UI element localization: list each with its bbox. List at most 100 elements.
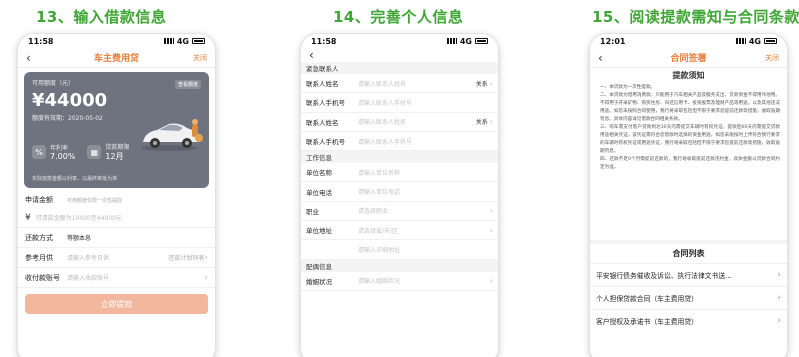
credit-card-panel: 可用额度（元） ¥44000 额度有效期：2020-05-02 查看额度 % 年… [24, 72, 209, 188]
occupation-row[interactable]: 职业 请选择职业 › [301, 202, 498, 222]
term-label: 贷款期限 [105, 144, 130, 151]
chevron-right-icon: › [777, 316, 781, 326]
contact-name-input[interactable]: 请输入联系人姓名 [358, 79, 476, 88]
account-input[interactable]: 请输入收款账号 [67, 273, 204, 282]
field-label: 联系人姓名 [306, 80, 339, 89]
yen-icon: ¥ [25, 212, 31, 223]
limit-amount: ¥44000 [32, 90, 108, 111]
chevron-right-icon: › [204, 252, 208, 263]
ref-payment-row[interactable]: 参考月供 请输入参考月供 还款计划列表 › [18, 248, 215, 268]
battery-icon [764, 38, 777, 44]
term-paragraph: 四、还款不足0个月需提前还款的，我行将收取提前还款违约金，具体金额以贷款合同约定… [600, 157, 780, 170]
nav-bar: ‹ 合同签署 关闭 [590, 48, 787, 68]
amount-field[interactable]: ¥ 可请款金额为10000至44000元 [18, 208, 215, 228]
signal-icon [163, 38, 174, 44]
rate-value: 7.00% [50, 152, 76, 161]
field-label: 联系人手机号 [306, 99, 345, 108]
contract-list-title: 合同列表 [590, 240, 787, 263]
field-label: 单位名称 [306, 169, 332, 178]
personal-form: 紧急联系人 联系人姓名 请输入联系人姓名 关系 › 联系人手机号 请输入联系人手… [301, 62, 498, 291]
percent-icon: % [32, 145, 46, 159]
chevron-right-icon: › [489, 276, 493, 286]
contract-list: 平安银行债务催收及诉讼、执行法律文书送… › 个人担保贷款合同（车主费用贷） ›… [590, 263, 787, 332]
relation-select[interactable]: 关系 [476, 79, 488, 88]
chevron-right-icon: › [489, 78, 493, 88]
contract-item[interactable]: 客户授权及承诺书（车主费用贷） › [590, 309, 787, 332]
battery-icon [475, 38, 488, 44]
field-label: 联系人手机号 [306, 138, 345, 147]
page-title: 合同签署 [670, 54, 707, 64]
company-name-input[interactable]: 请输入单位名称 [358, 168, 493, 177]
loan-form: 申请金额 可用额度仅限一次性提取 ¥ 可请款金额为10000至44000元 还款… [18, 192, 215, 314]
chevron-right-icon: › [489, 225, 493, 235]
chevron-right-icon: › [489, 206, 493, 216]
section-emergency: 紧急联系人 [301, 62, 498, 74]
region-select[interactable]: 请选择省/市/区 [358, 226, 490, 235]
field-label: 单位地址 [306, 227, 332, 236]
chevron-right-icon: › [204, 272, 208, 283]
nav-bar: ‹ [301, 48, 498, 62]
terms-text: 一、本贷款为一次性提款。 二、本贷款为借用消费款，只能用于汽车相关产品及服务支出… [590, 84, 787, 236]
contact-name-row[interactable]: 联系人姓名 请输入联系人姓名 关系 › [301, 113, 498, 132]
repay-plan-link[interactable]: 还款计划列表 [168, 253, 204, 262]
account-label: 收付款账号 [25, 273, 60, 282]
contract-name: 客户授权及承诺书（车主费用贷） [596, 318, 698, 326]
marriage-row[interactable]: 婚姻状况 请输入婚姻状况 › [301, 272, 498, 291]
contact-phone-row[interactable]: 联系人手机号 请输入联系人手机号 [301, 132, 498, 152]
contact-phone-row[interactable]: 联系人手机号 请输入联系人手机号 [301, 93, 498, 113]
view-limit-badge[interactable]: 查看额度 [174, 80, 201, 89]
apply-amount-label: 申请金额 [25, 196, 53, 204]
term-paragraph: 二、本贷款为借用消费款，只能用于汽车相关产品及服务支出，贷款资金不得用作他用。不… [600, 93, 780, 122]
contact-phone-input[interactable]: 请输入联系人手机号 [358, 137, 493, 146]
phone-personal-info: 11:58 4G ‹ 紧急联系人 联系人姓名 请输入联系人姓名 关系 › 联系人… [301, 34, 498, 357]
term-paragraph: 一、本贷款为一次性提款。 [600, 85, 656, 90]
contract-name: 平安银行债务催收及诉讼、执行法律文书送… [596, 272, 732, 280]
section-marriage: 配偶信息 [301, 259, 498, 272]
nav-bar: ‹ 车主费用贷 关闭 [18, 48, 215, 68]
close-button[interactable]: 关闭 [759, 53, 779, 63]
status-time: 12:01 [600, 36, 626, 46]
address-detail-input[interactable]: 请输入详细地址 [358, 245, 493, 254]
section-work: 工作信息 [301, 151, 498, 164]
back-icon[interactable]: ‹ [26, 51, 46, 65]
status-bar: 12:01 4G [590, 34, 787, 48]
contract-item[interactable]: 个人担保贷款合同（车主费用贷） › [590, 286, 787, 309]
ref-label: 参考月供 [25, 253, 53, 262]
submit-button[interactable]: 立即提款 [25, 294, 208, 314]
calendar-icon: ▦ [87, 145, 102, 159]
signal-icon [446, 38, 457, 44]
contact-phone-input[interactable]: 请输入联系人手机号 [358, 98, 493, 107]
back-icon[interactable]: ‹ [598, 51, 618, 65]
close-button[interactable]: 关闭 [187, 53, 207, 63]
account-row[interactable]: 收付款账号 请输入收款账号 › [18, 268, 215, 288]
company-name-row[interactable]: 单位名称 请输入单位名称 [301, 163, 498, 183]
status-time: 11:58 [28, 36, 54, 46]
field-label: 婚姻状况 [306, 277, 332, 286]
phone-loan-info: 11:58 4G ‹ 车主费用贷 关闭 可用额度（元） ¥44000 额度有效期… [18, 34, 215, 357]
rate-stat: % 年利率 7.00% [32, 142, 75, 162]
company-phone-row[interactable]: 单位电话 请输入单位电话 [301, 182, 498, 202]
term-value: 12月 [105, 152, 124, 161]
address-detail-row[interactable]: 请输入详细地址 [301, 240, 498, 260]
amount-input[interactable]: 可请款金额为10000至44000元 [36, 213, 208, 222]
company-phone-input[interactable]: 请输入单位电话 [358, 187, 493, 196]
repay-value: 等额本息 [67, 235, 92, 242]
occupation-select[interactable]: 请选择职业 [358, 206, 490, 215]
company-address-row[interactable]: 单位地址 请选择省/市/区 › [301, 221, 498, 241]
marriage-select[interactable]: 请输入婚姻状况 [358, 276, 490, 285]
term-paragraph: 三、购车需支付客户贷款到达30天内需提交车辆时有权凭证，提款后60天内需提交贷款… [600, 125, 780, 154]
status-time: 11:58 [311, 36, 337, 46]
repay-method-row[interactable]: 还款方式 等额本息 [18, 228, 215, 248]
contact-name-row[interactable]: 联系人姓名 请输入联系人姓名 关系 › [301, 74, 498, 94]
relation-select[interactable]: 关系 [476, 117, 488, 126]
field-label: 单位电话 [306, 188, 332, 197]
field-label: 职业 [306, 207, 319, 216]
contract-item[interactable]: 平安银行债务催收及诉讼、执行法律文书送… › [590, 263, 787, 286]
ref-input[interactable]: 请输入参考月供 [67, 253, 168, 262]
chevron-right-icon: › [777, 270, 781, 280]
contract-name: 个人担保贷款合同（车主费用贷） [596, 295, 698, 303]
battery-icon [192, 38, 205, 44]
contact-name-input[interactable]: 请输入联系人姓名 [358, 117, 476, 126]
status-bar: 11:58 4G [18, 34, 215, 48]
back-icon[interactable]: ‹ [309, 48, 329, 62]
